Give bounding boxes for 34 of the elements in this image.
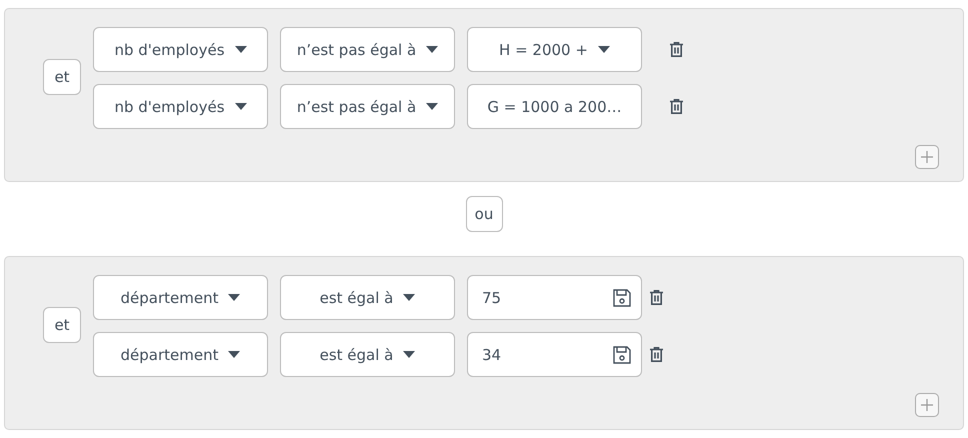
field-dropdown[interactable]: nb d'employés <box>93 27 268 72</box>
caret-icon <box>234 103 247 110</box>
trash-icon[interactable] <box>670 99 683 114</box>
value-dropdown[interactable]: G = 1000 a 200… <box>467 84 642 129</box>
operator-dropdown[interactable]: n’est pas égal à <box>280 84 455 129</box>
add-button[interactable] <box>915 393 939 417</box>
plus-icon <box>921 399 933 411</box>
trash-icon[interactable] <box>670 42 683 57</box>
save-icon[interactable] <box>613 288 631 306</box>
plus-icon <box>921 151 933 163</box>
field-dropdown[interactable]: département <box>93 275 268 320</box>
add-button[interactable] <box>915 145 939 169</box>
caret-icon <box>598 46 610 53</box>
value-dropdown[interactable]: H = 2000 + <box>467 27 642 72</box>
caret-icon <box>426 103 438 110</box>
caret-icon <box>426 46 438 53</box>
field-dropdown[interactable]: département <box>93 332 268 377</box>
caret-icon <box>234 46 247 53</box>
trash-icon[interactable] <box>650 347 663 362</box>
operator-dropdown[interactable]: est égal à <box>280 275 455 320</box>
operator-dropdown[interactable]: est égal à <box>280 332 455 377</box>
separator-button[interactable]: ou <box>466 196 502 232</box>
trash-icon[interactable] <box>650 290 663 305</box>
operator-dropdown[interactable]: n’est pas égal à <box>280 27 455 72</box>
caret-icon <box>228 351 240 358</box>
field-dropdown[interactable]: nb d'employés <box>93 84 268 129</box>
connector-button[interactable]: et <box>43 59 81 95</box>
connector-button[interactable]: et <box>43 307 81 343</box>
caret-icon <box>403 351 416 358</box>
value-field[interactable]: 75 <box>467 275 642 320</box>
value-field[interactable]: 34 <box>467 332 642 377</box>
caret-icon <box>228 294 240 301</box>
save-icon[interactable] <box>613 346 631 364</box>
caret-icon <box>403 294 416 301</box>
